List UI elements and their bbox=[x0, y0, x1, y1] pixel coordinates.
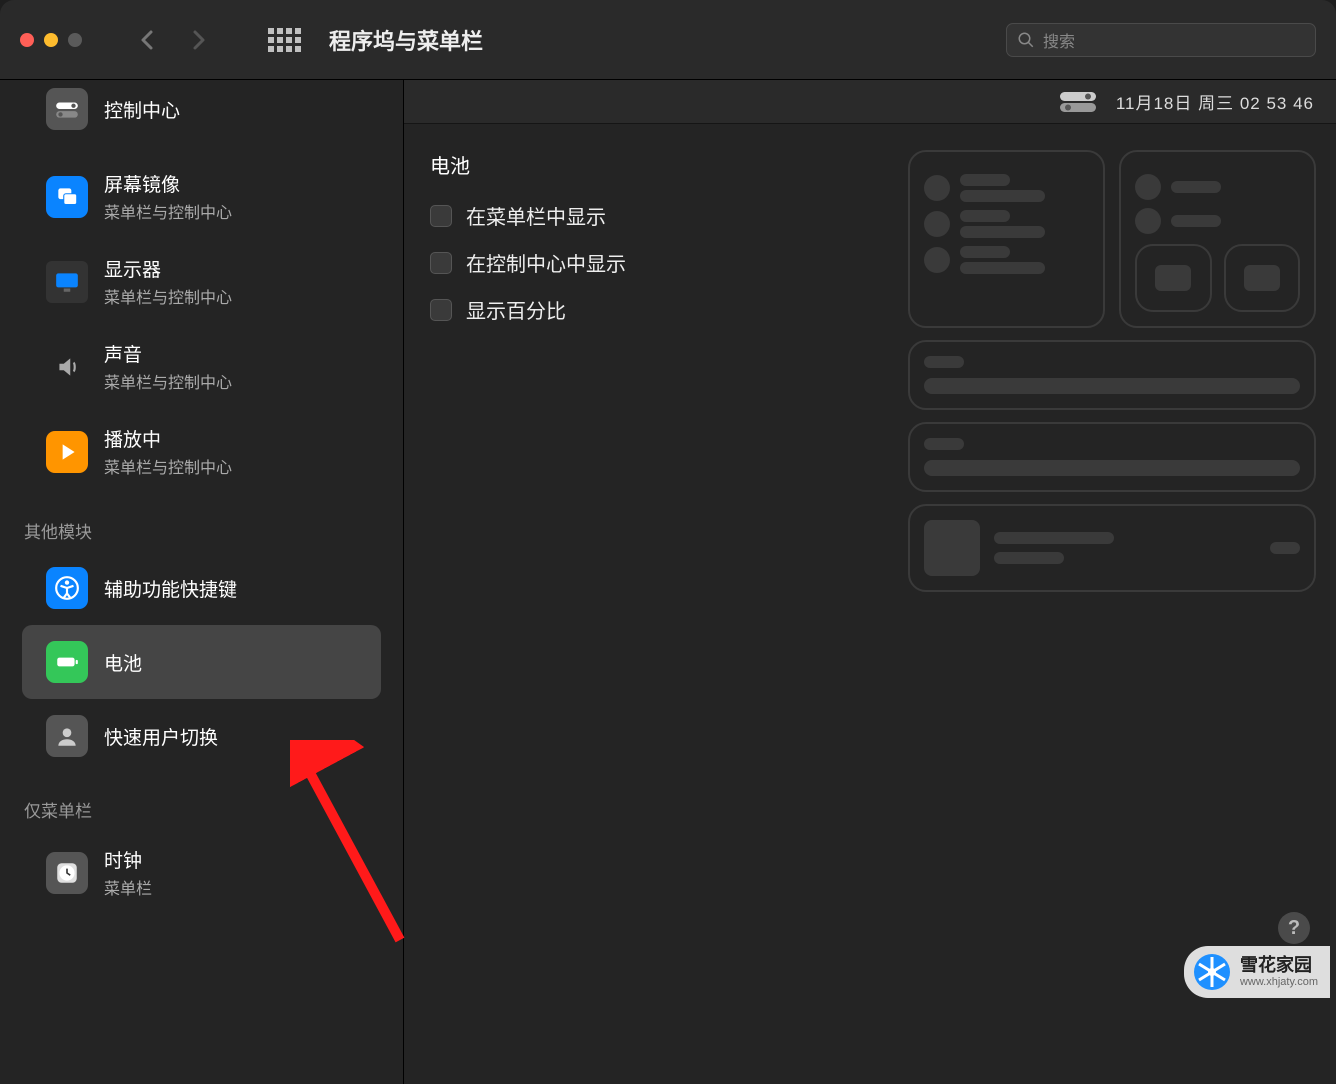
forward-icon[interactable] bbox=[186, 28, 210, 52]
accessibility-icon bbox=[46, 567, 88, 609]
preview-tile bbox=[908, 340, 1316, 410]
option-label: 在控制中心中显示 bbox=[466, 248, 626, 277]
close-window-button[interactable] bbox=[20, 33, 34, 47]
sidebar-item-label: 播放中 bbox=[104, 425, 232, 452]
menubar-preview: 11月18日 周三 02 53 46 bbox=[404, 80, 1336, 124]
sidebar-section-other: 其他模块 bbox=[0, 494, 403, 551]
option-show-in-menubar[interactable]: 在菜单栏中显示 bbox=[430, 201, 908, 230]
minimize-window-button[interactable] bbox=[44, 33, 58, 47]
user-icon bbox=[46, 715, 88, 757]
control-center-menubar-icon bbox=[1060, 92, 1096, 112]
sidebar-item-display[interactable]: 显示器 菜单栏与控制中心 bbox=[22, 239, 381, 324]
sidebar-item-sublabel: 菜单栏与控制中心 bbox=[104, 454, 232, 478]
search-input[interactable]: 搜索 bbox=[1006, 23, 1316, 57]
sidebar-item-label: 电池 bbox=[104, 649, 142, 676]
preview-tile bbox=[908, 504, 1316, 592]
clock-icon bbox=[46, 852, 88, 894]
window-title: 程序坞与菜单栏 bbox=[329, 24, 483, 56]
window-controls bbox=[20, 33, 82, 47]
checkbox[interactable] bbox=[430, 252, 452, 274]
control-center-preview bbox=[908, 150, 1336, 1084]
sidebar-item-control-center[interactable]: 控制中心 bbox=[22, 88, 381, 140]
screen-mirror-icon bbox=[46, 176, 88, 218]
preview-tile bbox=[908, 150, 1105, 328]
search-icon bbox=[1017, 31, 1035, 49]
sidebar-section-menubar-only: 仅菜单栏 bbox=[0, 773, 403, 830]
option-label: 显示百分比 bbox=[466, 295, 566, 324]
sidebar-item-label: 快速用户切换 bbox=[104, 723, 218, 750]
option-label: 在菜单栏中显示 bbox=[466, 201, 606, 230]
option-show-in-control-center[interactable]: 在控制中心中显示 bbox=[430, 248, 908, 277]
menubar-clock: 11月18日 周三 02 53 46 bbox=[1116, 89, 1314, 114]
sidebar-item-label: 屏幕镜像 bbox=[104, 170, 232, 197]
checkbox[interactable] bbox=[430, 299, 452, 321]
preview-tile bbox=[1119, 150, 1316, 328]
help-button[interactable]: ? bbox=[1278, 912, 1310, 944]
toolbar: 程序坞与菜单栏 搜索 bbox=[0, 0, 1336, 80]
sidebar-item-clock[interactable]: 时钟 菜单栏 bbox=[22, 830, 381, 915]
sidebar-item-label: 时钟 bbox=[104, 846, 152, 873]
watermark-url: www.xhjaty.com bbox=[1240, 976, 1318, 988]
show-all-icon[interactable] bbox=[268, 28, 301, 52]
sidebar-item-now-playing[interactable]: 播放中 菜单栏与控制中心 bbox=[22, 409, 381, 494]
sidebar: 控制中心 屏幕镜像 菜单栏与控制中心 显示器 菜单栏与控制中心 bbox=[0, 80, 404, 1084]
navigation-buttons bbox=[136, 28, 210, 52]
preview-tile bbox=[908, 422, 1316, 492]
control-center-icon bbox=[46, 88, 88, 130]
sidebar-item-sublabel: 菜单栏与控制中心 bbox=[104, 369, 232, 393]
sidebar-item-screen-mirroring[interactable]: 屏幕镜像 菜单栏与控制中心 bbox=[22, 154, 381, 239]
main-content: 11月18日 周三 02 53 46 电池 在菜单栏中显示 在控制中心中显示 显… bbox=[404, 80, 1336, 1084]
sound-icon bbox=[46, 346, 88, 388]
section-heading: 电池 bbox=[430, 150, 908, 179]
sidebar-item-label: 声音 bbox=[104, 340, 232, 367]
watermark: 雪花家园 www.xhjaty.com bbox=[1184, 946, 1330, 998]
fullscreen-window-button[interactable] bbox=[68, 33, 82, 47]
battery-icon bbox=[46, 641, 88, 683]
sidebar-item-battery[interactable]: 电池 bbox=[22, 625, 381, 699]
watermark-name: 雪花家园 bbox=[1240, 956, 1318, 976]
sidebar-item-fast-user-switching[interactable]: 快速用户切换 bbox=[22, 699, 381, 773]
sidebar-item-label: 显示器 bbox=[104, 255, 232, 282]
sidebar-item-label: 辅助功能快捷键 bbox=[104, 575, 237, 602]
option-show-percentage[interactable]: 显示百分比 bbox=[430, 295, 908, 324]
sidebar-item-sublabel: 菜单栏与控制中心 bbox=[104, 284, 232, 308]
display-icon bbox=[46, 261, 88, 303]
sidebar-item-accessibility[interactable]: 辅助功能快捷键 bbox=[22, 551, 381, 625]
play-icon bbox=[46, 431, 88, 473]
sidebar-item-sublabel: 菜单栏 bbox=[104, 875, 152, 899]
sidebar-item-sublabel: 菜单栏与控制中心 bbox=[104, 199, 232, 223]
back-icon[interactable] bbox=[136, 28, 160, 52]
sidebar-item-sound[interactable]: 声音 菜单栏与控制中心 bbox=[22, 324, 381, 409]
sidebar-item-label: 控制中心 bbox=[104, 96, 180, 123]
search-placeholder: 搜索 bbox=[1043, 28, 1075, 52]
watermark-logo-icon bbox=[1192, 952, 1232, 992]
checkbox[interactable] bbox=[430, 205, 452, 227]
